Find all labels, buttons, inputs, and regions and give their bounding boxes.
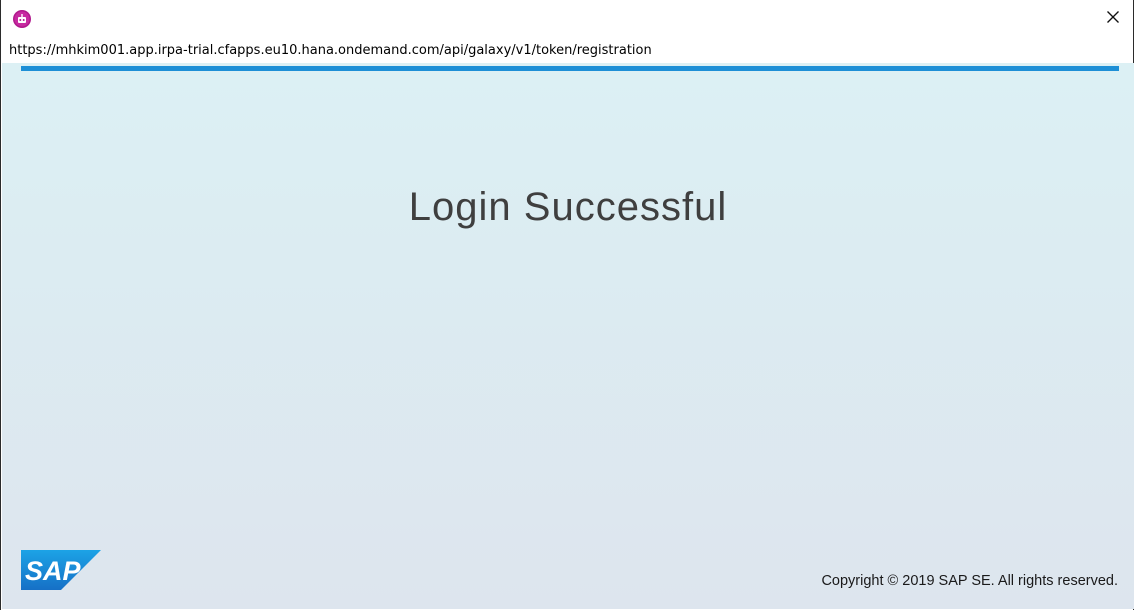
svg-text:SAP: SAP [25, 556, 82, 586]
close-button[interactable] [1093, 0, 1133, 38]
browser-window: https://mhkim001.app.irpa-trial.cfapps.e… [0, 0, 1134, 610]
sap-logo: SAP [21, 550, 101, 590]
address-bar[interactable]: https://mhkim001.app.irpa-trial.cfapps.e… [7, 40, 1127, 62]
page-content: Login Successful SAP Copyright © 2019 SA… [2, 63, 1134, 609]
app-icon [12, 9, 32, 29]
title-bar [1, 0, 1133, 38]
close-icon [1106, 10, 1120, 29]
page-title: Login Successful [408, 185, 728, 229]
copyright-text: Copyright © 2019 SAP SE. All rights rese… [821, 573, 1118, 589]
accent-bar [21, 66, 1119, 71]
